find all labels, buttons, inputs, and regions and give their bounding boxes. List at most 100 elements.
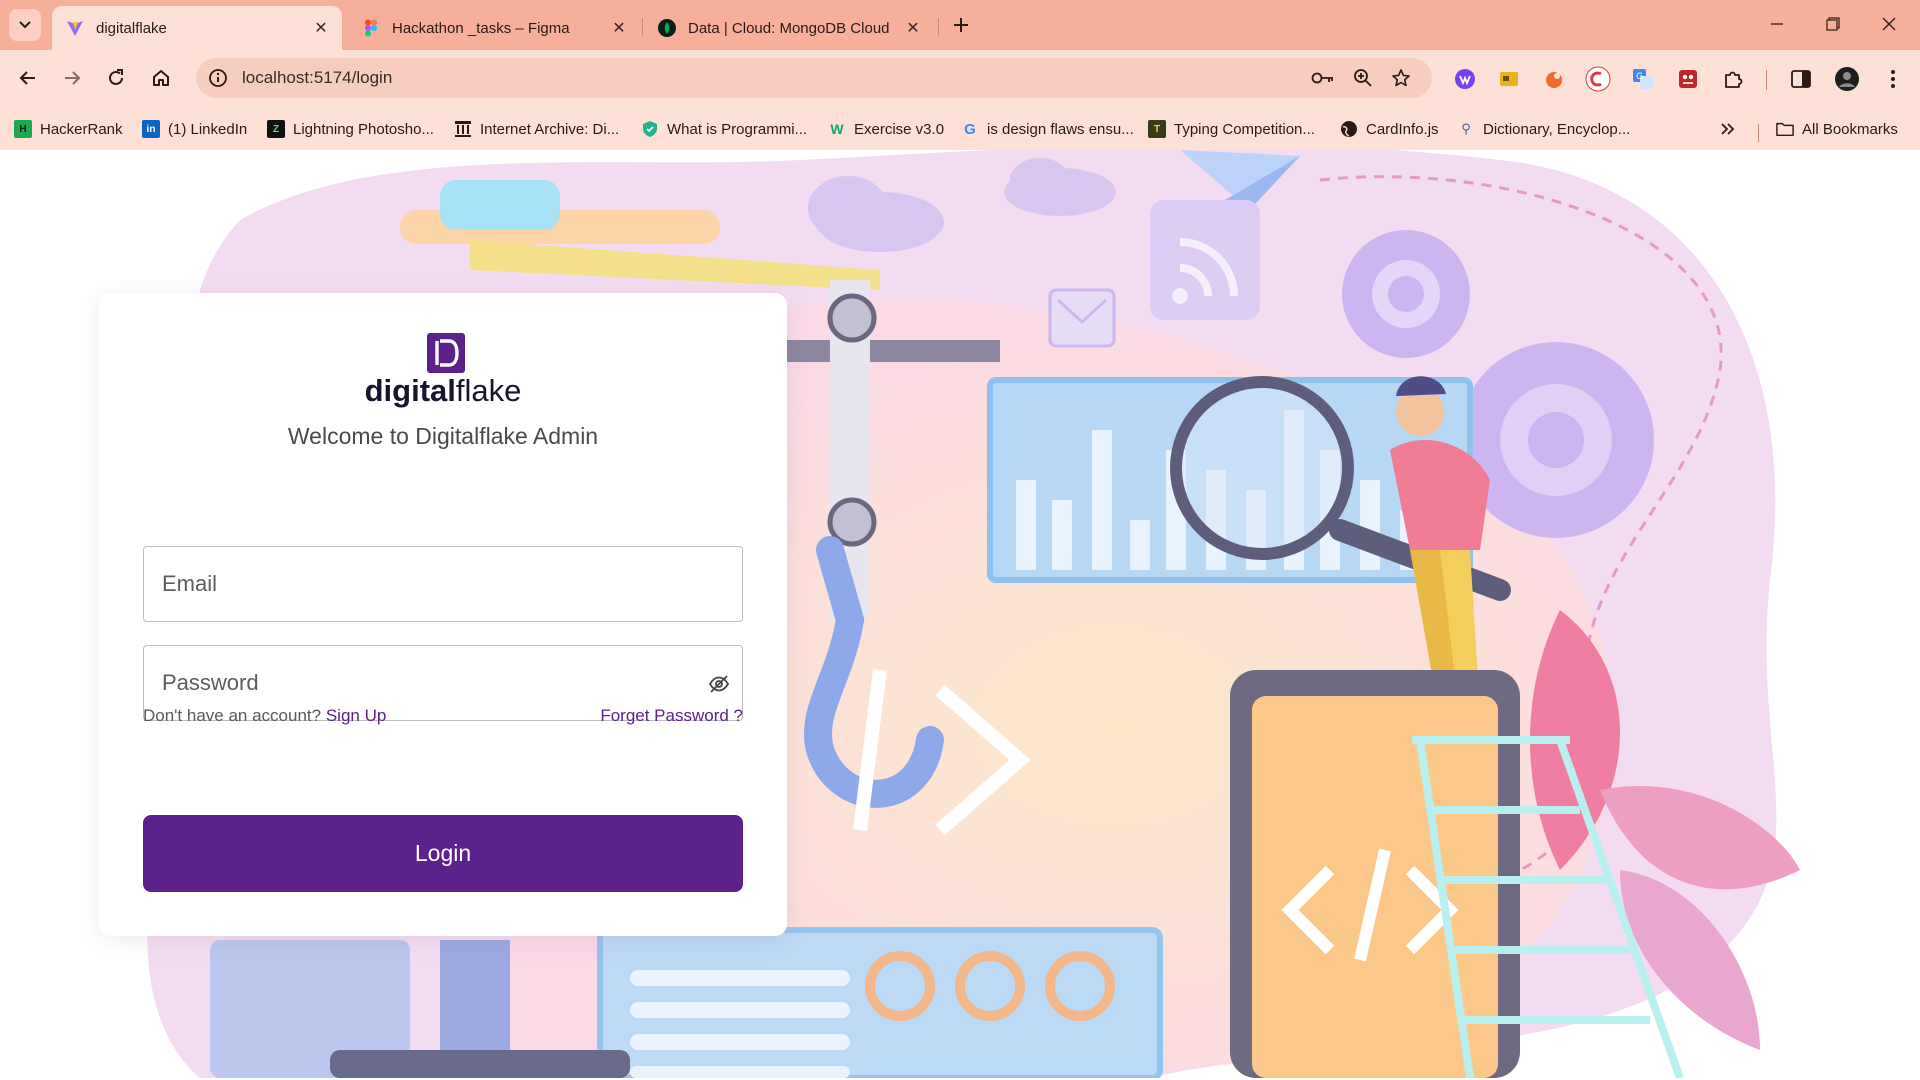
tab-separator	[938, 18, 939, 36]
extension-button[interactable]	[1585, 66, 1611, 92]
mongodb-leaf-icon	[658, 19, 676, 37]
more-bookmarks-button[interactable]	[1716, 118, 1740, 140]
email-field[interactable]	[143, 546, 743, 622]
arrow-left-icon	[19, 71, 35, 85]
chevron-down-icon	[19, 21, 31, 29]
bookmark-star-button[interactable]	[1388, 66, 1414, 90]
shield-icon	[641, 120, 659, 138]
side-panel-button[interactable]	[1788, 66, 1814, 92]
vite-icon	[67, 21, 83, 36]
reload-button[interactable]	[98, 60, 134, 96]
bookmarks-bar: H HackerRank in (1) LinkedIn Z Lightning…	[0, 108, 1920, 150]
bookmark-dictionary[interactable]: ⚲ Dictionary, Encyclop...	[1457, 118, 1630, 140]
home-icon	[153, 70, 169, 86]
profile-avatar[interactable]	[1834, 66, 1860, 92]
zoom-icon	[1354, 69, 1372, 87]
extension-button[interactable]	[1452, 66, 1478, 92]
bookmark-internet-archive[interactable]: Internet Archive: Di...	[454, 118, 619, 140]
linkedin-icon: in	[142, 120, 160, 138]
home-button[interactable]	[143, 60, 179, 96]
restore-button[interactable]	[1810, 8, 1856, 40]
restore-icon	[1826, 17, 1840, 31]
avatar-icon	[1835, 67, 1859, 91]
login-button[interactable]: Login	[143, 815, 743, 892]
close-tab-icon[interactable]: ✕	[610, 19, 628, 37]
zoom-button[interactable]	[1350, 66, 1376, 90]
browser-menu-button[interactable]	[1880, 66, 1906, 92]
tab-digitalflake[interactable]: digitalflake ✕	[52, 6, 342, 50]
forward-button[interactable]	[54, 60, 90, 96]
chevron-double-right-icon	[1721, 123, 1735, 135]
bookmark-google-search[interactable]: G is design flaws ensu...	[961, 118, 1134, 140]
key-icon	[1311, 72, 1333, 84]
bookmark-label: CardInfo.js	[1366, 120, 1439, 138]
back-button[interactable]	[10, 60, 46, 96]
bookmark-exercise[interactable]: W Exercise v3.0	[828, 118, 944, 140]
password-manager-button[interactable]	[1310, 66, 1336, 90]
close-window-button[interactable]	[1866, 8, 1912, 40]
translate-icon: G	[1633, 69, 1653, 89]
bookmark-label: What is Programmi...	[667, 120, 808, 138]
extension-button[interactable]: G	[1630, 66, 1656, 92]
extension-button[interactable]	[1496, 66, 1522, 92]
puzzle-icon	[1725, 71, 1743, 88]
plus-icon	[954, 18, 968, 32]
all-bookmarks-button[interactable]: All Bookmarks	[1776, 118, 1898, 140]
bookmark-label: HackerRank	[40, 120, 123, 138]
new-tab-button[interactable]	[948, 12, 974, 38]
tab-figma[interactable]: Hackathon _tasks – Figma ✕	[348, 6, 640, 50]
bookmark-label: Internet Archive: Di...	[480, 120, 620, 138]
extension-button[interactable]	[1675, 66, 1701, 92]
extension-red-icon	[1679, 70, 1697, 88]
toggle-password-visibility-icon[interactable]	[706, 672, 732, 696]
lightning-icon: Z	[267, 120, 285, 138]
minimize-icon	[1771, 23, 1783, 25]
bookmark-linkedin[interactable]: in (1) LinkedIn	[142, 118, 247, 140]
url-text[interactable]: localhost:5174/login	[242, 68, 392, 88]
extensions-menu-button[interactable]	[1720, 66, 1746, 92]
bookmark-label: (1) LinkedIn	[168, 120, 248, 138]
tab-title: Data | Cloud: MongoDB Cloud	[688, 19, 890, 37]
tab-mongodb[interactable]: Data | Cloud: MongoDB Cloud ✕	[644, 6, 934, 50]
hackerrank-icon: H	[14, 120, 32, 138]
browser-toolbar: localhost:5174/login G	[0, 50, 1920, 108]
extension-purple-icon	[1455, 69, 1475, 89]
side-panel-icon	[1791, 70, 1811, 88]
more-vertical-icon	[1891, 70, 1895, 88]
extension-button[interactable]	[1541, 66, 1567, 92]
site-info-button[interactable]	[206, 66, 230, 90]
info-icon	[209, 69, 227, 87]
bookmark-label: Dictionary, Encyclop...	[1483, 120, 1631, 138]
figma-icon	[365, 19, 377, 37]
login-card: digitalflake Welcome to Digitalflake Adm…	[99, 293, 787, 936]
login-page: digitalflake Welcome to Digitalflake Adm…	[0, 150, 1920, 1078]
w3-icon: W	[830, 121, 844, 137]
logo-regular-text: flake	[455, 373, 522, 408]
toolbar-divider	[1766, 70, 1767, 90]
tab-title: digitalflake	[96, 19, 167, 37]
tab-strip: digitalflake ✕ Hackathon _tasks – Figma …	[0, 0, 1920, 50]
bookmark-hackerrank[interactable]: H HackerRank	[14, 118, 123, 140]
tab-separator	[642, 18, 643, 36]
bookmark-cardinfo[interactable]: CardInfo.js	[1340, 118, 1439, 140]
bookmark-label: Lightning Photosho...	[293, 120, 434, 138]
brand-logo-text: digitalflake	[99, 373, 787, 409]
close-tab-icon[interactable]: ✕	[312, 19, 330, 37]
tab-search-button[interactable]	[9, 9, 41, 41]
bookmark-label: Exercise v3.0	[854, 120, 945, 138]
close-tab-icon[interactable]: ✕	[904, 19, 922, 37]
extension-flame-icon	[1546, 72, 1562, 88]
svg-text:G: G	[1636, 72, 1643, 82]
bookmark-label: Typing Competition...	[1174, 120, 1315, 138]
bookmark-lightning[interactable]: Z Lightning Photosho...	[267, 118, 434, 140]
digitalflake-logo-icon	[427, 333, 465, 373]
address-bar[interactable]: localhost:5174/login	[196, 58, 1432, 98]
forget-password-link[interactable]: Forget Password ?	[600, 706, 743, 726]
bookmark-typing-competition[interactable]: T Typing Competition...	[1148, 118, 1315, 140]
minimize-button[interactable]	[1754, 8, 1800, 40]
bookmark-what-is-programming[interactable]: What is Programmi...	[641, 118, 807, 140]
star-icon	[1392, 69, 1410, 87]
sign-up-link[interactable]: Sign Up	[326, 706, 386, 725]
email-input[interactable]	[144, 547, 742, 621]
no-account-text: Don't have an account?	[143, 706, 322, 725]
